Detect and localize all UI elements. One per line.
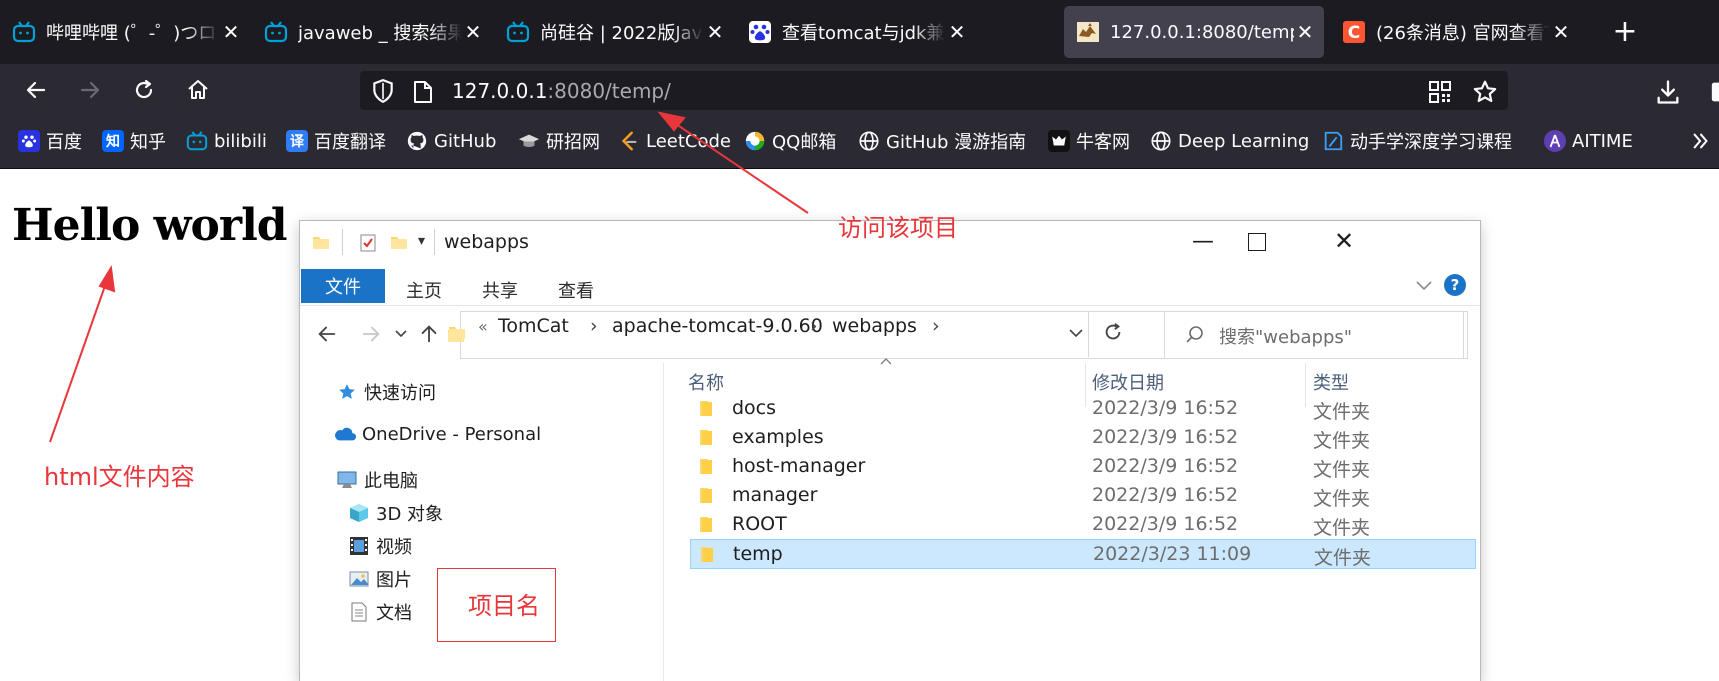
- folder-icon: [448, 323, 466, 341]
- file-row-host-manager[interactable]: host-manager 2022/3/9 16:52 文件夹: [690, 452, 1476, 482]
- folder-icon: [701, 547, 713, 562]
- tab-file[interactable]: 文件: [301, 269, 385, 303]
- onedrive-cloud-icon: [334, 423, 356, 445]
- chevron-right-icon[interactable]: ›: [810, 315, 818, 337]
- file-date: 2022/3/9 16:52: [1092, 484, 1239, 506]
- file-type: 文件夹: [1313, 517, 1371, 539]
- file-type: 文件夹: [1314, 547, 1372, 569]
- picture-icon: [348, 568, 370, 590]
- search-box[interactable]: 搜索"webapps": [1164, 311, 1468, 359]
- file-name: temp: [733, 543, 783, 565]
- annotation-project-name: 项目名: [468, 592, 540, 620]
- nav-3d-objects[interactable]: 3D 对象: [348, 500, 443, 526]
- folder-icon: [700, 517, 712, 532]
- file-name: docs: [732, 397, 777, 419]
- file-date: 2022/3/9 16:52: [1092, 455, 1239, 477]
- file-row-manager[interactable]: manager 2022/3/9 16:52 文件夹: [690, 481, 1476, 511]
- tab-share[interactable]: 共享: [482, 277, 518, 303]
- quick-access-dropdown-icon[interactable]: ▾: [418, 233, 425, 249]
- search-placeholder: 搜索"webapps": [1219, 327, 1353, 348]
- chevron-right-icon[interactable]: ›: [932, 315, 940, 337]
- nav-label: 此电脑: [364, 471, 418, 492]
- nav-label: 图片: [376, 570, 412, 591]
- annotation-html-content: html文件内容: [44, 463, 195, 491]
- folder-icon: [700, 459, 712, 474]
- minimize-button[interactable]: —: [1180, 229, 1226, 259]
- file-date: 2022/3/23 11:09: [1093, 543, 1252, 565]
- annotation-visit-project: 访问该项目: [838, 214, 958, 242]
- column-name[interactable]: 名称: [688, 369, 724, 395]
- file-name: ROOT: [732, 513, 787, 535]
- folder-icon: [700, 488, 712, 503]
- refresh-icon[interactable]: [1102, 321, 1124, 343]
- computer-icon: [336, 469, 358, 491]
- properties-icon[interactable]: [358, 233, 378, 253]
- maximize-button[interactable]: [1248, 233, 1266, 251]
- tab-home[interactable]: 主页: [406, 277, 442, 303]
- address-dropdown-icon[interactable]: [1068, 325, 1084, 341]
- arrow-head: [98, 265, 116, 293]
- column-type[interactable]: 类型: [1313, 369, 1349, 395]
- file-date: 2022/3/9 16:52: [1092, 426, 1239, 448]
- chevron-right-icon[interactable]: ›: [590, 315, 598, 337]
- file-date: 2022/3/9 16:52: [1092, 397, 1239, 419]
- nav-label: 快速访问: [364, 383, 436, 404]
- breadcrumb-apache-tomcat[interactable]: apache-tomcat-9.0.60: [612, 315, 823, 337]
- annotation-box: 项目名: [437, 568, 556, 642]
- breadcrumb-tomcat[interactable]: TomCat: [498, 315, 569, 337]
- file-type: 文件夹: [1313, 459, 1371, 481]
- column-date-modified[interactable]: 修改日期: [1092, 369, 1164, 395]
- arrow-to-url: [672, 121, 809, 214]
- window-title: webapps: [444, 231, 529, 253]
- nav-label: 3D 对象: [376, 504, 444, 525]
- nav-documents[interactable]: 文档: [348, 599, 412, 625]
- help-icon[interactable]: ?: [1444, 274, 1466, 296]
- nav-label: 视频: [376, 537, 412, 558]
- file-type: 文件夹: [1313, 488, 1371, 510]
- file-type: 文件夹: [1313, 401, 1371, 423]
- nav-onedrive[interactable]: OneDrive - Personal: [334, 423, 541, 445]
- nav-videos[interactable]: 视频: [348, 533, 412, 559]
- close-window-button[interactable]: ✕: [1324, 227, 1364, 257]
- expand-ribbon-icon[interactable]: [1414, 275, 1434, 300]
- folder-icon: [700, 401, 712, 416]
- file-name: manager: [732, 484, 818, 506]
- file-row-temp[interactable]: temp 2022/3/23 11:09 文件夹: [690, 539, 1476, 569]
- file-row-root[interactable]: ROOT 2022/3/9 16:52 文件夹: [690, 510, 1476, 540]
- arrow-to-heading: [49, 282, 107, 443]
- nav-pictures[interactable]: 图片: [348, 566, 412, 592]
- tab-view[interactable]: 查看: [558, 277, 594, 303]
- folder-icon: [700, 430, 712, 445]
- file-type: 文件夹: [1313, 430, 1371, 452]
- new-folder-icon[interactable]: [390, 233, 408, 251]
- breadcrumb-overflow[interactable]: «: [478, 317, 488, 336]
- file-name: examples: [732, 426, 824, 448]
- video-icon: [348, 535, 370, 557]
- folder-icon: [312, 233, 330, 251]
- ribbon-tabs: 文件 主页 共享 查看 ?: [300, 267, 1480, 306]
- breadcrumb-webapps[interactable]: webapps: [832, 315, 917, 337]
- sort-ascending-icon: [880, 351, 892, 365]
- nav-quick-access[interactable]: 快速访问: [336, 379, 436, 405]
- file-date: 2022/3/9 16:52: [1092, 513, 1239, 535]
- file-row-docs[interactable]: docs 2022/3/9 16:52 文件夹: [690, 394, 1476, 424]
- cube-3d-icon: [348, 502, 370, 524]
- file-name: host-manager: [732, 455, 866, 477]
- nav-this-pc[interactable]: 此电脑: [336, 467, 418, 493]
- pane-splitter[interactable]: [663, 363, 664, 681]
- nav-label: OneDrive - Personal: [362, 423, 542, 445]
- search-icon: [1185, 325, 1205, 345]
- file-row-examples[interactable]: examples 2022/3/9 16:52 文件夹: [690, 423, 1476, 453]
- document-icon: [348, 601, 370, 623]
- star-icon: [336, 381, 358, 403]
- nav-label: 文档: [376, 603, 412, 624]
